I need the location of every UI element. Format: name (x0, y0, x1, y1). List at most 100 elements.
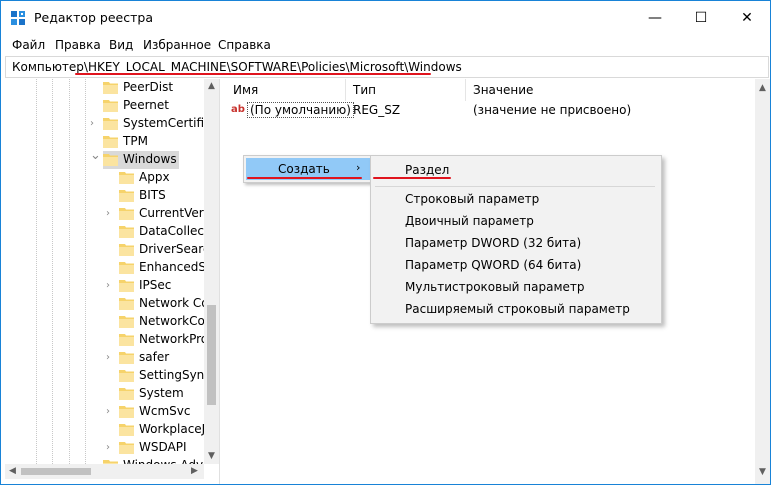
scroll-up-icon[interactable]: ▲ (759, 83, 766, 93)
tree-guide-line (69, 79, 70, 464)
annotation-underline-section (373, 177, 451, 179)
string-value-icon: ab (231, 104, 245, 115)
tree-item-label: Windows (123, 152, 177, 166)
submenu-item-string[interactable]: Строковый параметр (405, 192, 539, 206)
tree-item-label: CurrentVers (139, 206, 210, 220)
key-tree[interactable]: PeerDist Peernet › SystemCertific TPM ⌄ Window… (5, 79, 220, 484)
value-data: (значение не присвоено) (473, 103, 632, 117)
tree-item-label: WcmSvc (139, 404, 191, 418)
folder-icon (103, 136, 118, 148)
column-type-header[interactable]: Тип (345, 79, 466, 101)
annotation-underline-create (247, 177, 362, 179)
submenu-item-expandable-string[interactable]: Расширяемый строковый параметр (405, 302, 630, 316)
folder-icon (119, 190, 134, 202)
folder-icon (119, 424, 134, 436)
folder-icon (119, 334, 134, 346)
submenu-item-key[interactable]: Раздел (405, 163, 449, 177)
folder-icon (119, 370, 134, 382)
menu-separator (375, 186, 655, 187)
close-button[interactable]: ✕ (724, 1, 770, 35)
tree-scroll-thumb[interactable] (207, 305, 216, 405)
folder-icon (119, 352, 134, 364)
window-title: Редактор реестра (34, 10, 153, 25)
minimize-button[interactable]: — (632, 1, 678, 35)
menu-help[interactable]: Справка (218, 38, 271, 52)
tree-item-label: Peernet (123, 98, 169, 112)
submenu-item-dword[interactable]: Параметр DWORD (32 бита) (405, 236, 581, 250)
menu-file[interactable]: Файл (12, 38, 45, 52)
address-path: Компьютер\HKEY_LOCAL_MACHINE\SOFTWARE\Po… (12, 60, 462, 74)
tree-item-label: Network Co (139, 296, 209, 310)
folder-icon (103, 100, 118, 112)
folder-icon (119, 298, 134, 310)
tree-item-label: PeerDist (123, 80, 174, 94)
scroll-up-icon[interactable]: ▲ (208, 81, 215, 91)
tree-horizontal-scrollbar[interactable]: ◀ ▶ (5, 464, 204, 479)
chevron-right-icon[interactable]: › (106, 407, 116, 417)
folder-icon (119, 442, 134, 454)
menu-favorites[interactable]: Избранное (143, 38, 211, 52)
tree-item-label: IPSec (139, 278, 172, 292)
chevron-down-icon[interactable]: ⌄ (90, 149, 101, 162)
folder-icon (103, 154, 118, 166)
context-item-create-label: Создать (278, 162, 330, 176)
chevron-right-icon[interactable]: › (106, 281, 116, 291)
value-name[interactable]: (По умолчанию) (247, 102, 354, 118)
submenu-item-qword[interactable]: Параметр QWORD (64 бита) (405, 258, 581, 272)
folder-icon (103, 118, 118, 130)
folder-icon (119, 388, 134, 400)
column-value-header[interactable]: Значение (465, 79, 745, 101)
tree-item-label: Appx (139, 170, 170, 184)
tree-item-label: safer (139, 350, 170, 364)
close-icon: ✕ (741, 10, 753, 26)
tree-item-label: WorkplaceJ (139, 422, 206, 436)
chevron-right-icon[interactable]: › (106, 353, 116, 363)
create-submenu: Раздел Строковый параметр Двоичный парам… (370, 155, 662, 324)
tree-item-label: DataCollect (139, 224, 209, 238)
values-vertical-scrollbar[interactable]: ▲ ▼ (755, 79, 770, 484)
folder-icon (119, 172, 134, 184)
folder-icon (119, 244, 134, 256)
folder-icon (119, 262, 134, 274)
chevron-right-icon[interactable]: › (90, 119, 100, 129)
submenu-item-multistring[interactable]: Мультистроковый параметр (405, 280, 585, 294)
submenu-item-binary[interactable]: Двоичный параметр (405, 214, 534, 228)
menu-view[interactable]: Вид (109, 38, 133, 52)
scroll-down-icon[interactable]: ▼ (208, 451, 215, 461)
minimize-icon: — (648, 10, 662, 26)
folder-icon (119, 226, 134, 238)
tree-item-label: SettingSync (139, 368, 211, 382)
tree-hscroll-thumb[interactable] (21, 468, 91, 475)
scroll-down-icon[interactable]: ▼ (759, 467, 766, 477)
tree-item-label: NetworkCo (139, 314, 205, 328)
maximize-icon: ☐ (694, 10, 708, 26)
menu-bar: Файл Правка Вид Избранное Справка (1, 36, 770, 55)
tree-item-label: EnhancedS (139, 260, 206, 274)
menu-edit[interactable]: Правка (55, 38, 101, 52)
tree-item[interactable]: › SystemCertific (90, 115, 219, 133)
tree-guide-line (52, 79, 53, 464)
tree-item-label: WSDAPI (139, 440, 187, 454)
tree-item[interactable]: Peernet (103, 97, 219, 115)
tree-item[interactable]: TPM (103, 133, 219, 151)
tree-guide-line (36, 79, 37, 464)
column-name-header[interactable]: Имя (225, 79, 346, 101)
tree-item-label: System (139, 386, 184, 400)
chevron-right-icon: › (356, 161, 361, 174)
maximize-button[interactable]: ☐ (678, 1, 724, 35)
tree-item-label: NetworkPro (139, 332, 209, 346)
chevron-right-icon[interactable]: › (106, 209, 116, 219)
value-type: REG_SZ (353, 103, 401, 117)
folder-icon (103, 82, 118, 94)
title-bar[interactable]: Редактор реестра — ☐ ✕ (1, 1, 770, 35)
tree-item[interactable]: ⌄ Windows (90, 149, 179, 169)
tree-item-label: DriverSearc (139, 242, 210, 256)
tree-item-label: SystemCertific (123, 116, 211, 130)
chevron-right-icon[interactable]: › (106, 443, 116, 453)
scroll-left-icon[interactable]: ◀ (9, 466, 16, 476)
tree-vertical-scrollbar[interactable]: ▲ ▼ (204, 79, 219, 464)
scroll-right-icon[interactable]: ▶ (191, 466, 198, 476)
folder-icon (119, 406, 134, 418)
tree-item[interactable]: PeerDist (103, 79, 219, 97)
registry-editor-window: Редактор реестра — ☐ ✕ Файл Правка Вид И… (0, 0, 771, 485)
